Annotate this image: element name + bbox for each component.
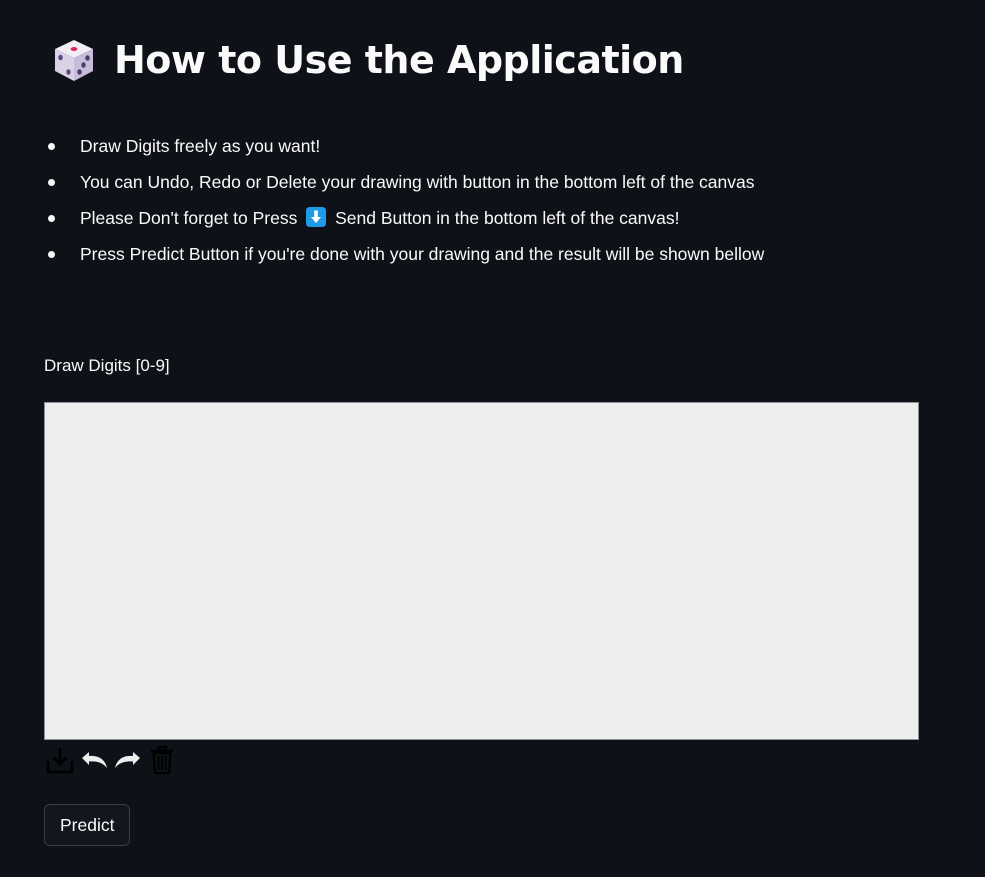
download-button[interactable] [44,744,76,776]
instruction-text: You can Undo, Redo or Delete your drawin… [80,172,755,192]
instruction-text: Draw Digits freely as you want! [80,136,321,156]
canvas-toolbar [44,744,178,776]
instructions-list: Draw Digits freely as you want! You can … [44,128,764,272]
instruction-item: Press Predict Button if you're done with… [44,236,764,272]
instruction-text: Press Predict Button if you're done with… [80,244,765,264]
canvas-label: Draw Digits [0-9] [44,356,170,375]
page-title: How to Use the Application [114,38,684,82]
instruction-item: Draw Digits freely as you want! [44,128,764,164]
instruction-text-before: Please Don't forget to Press [80,208,298,228]
undo-icon [82,752,107,768]
bullet-icon [48,215,55,222]
undo-button[interactable] [78,744,110,776]
instruction-item: Please Don't forget to Press Send Button… [44,200,764,236]
die-icon [55,40,93,81]
drawing-canvas[interactable] [44,402,919,740]
down-arrow-emoji-icon [306,207,327,227]
app-page: How to Use the Application Draw Digits f… [0,0,985,877]
title-row: How to Use the Application [50,34,684,86]
redo-icon [115,752,140,768]
bullet-icon [48,143,55,150]
instruction-text-after: Send Button in the bottom left of the ca… [335,208,680,228]
delete-button[interactable] [146,744,178,776]
predict-button[interactable]: Predict [44,804,131,846]
download-icon [46,748,74,774]
trash-icon [151,746,173,775]
bullet-icon [48,251,55,258]
instruction-item: You can Undo, Redo or Delete your drawin… [44,164,764,200]
redo-button[interactable] [112,744,144,776]
bullet-icon [48,179,55,186]
